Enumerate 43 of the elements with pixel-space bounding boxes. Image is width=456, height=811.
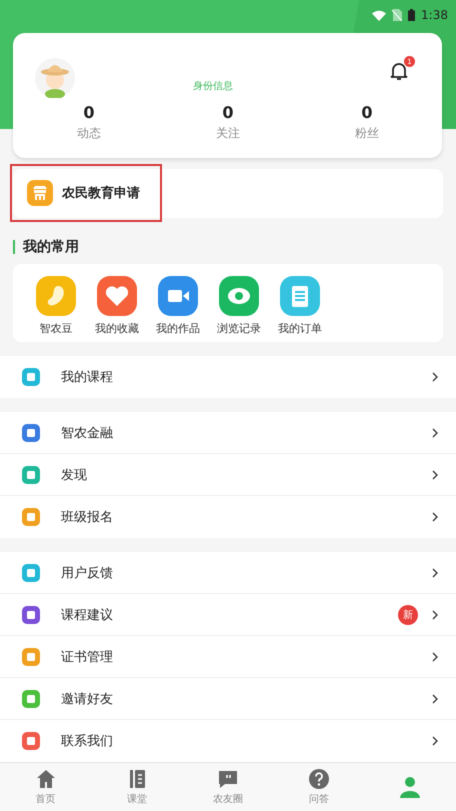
chevron-right-icon: [432, 610, 438, 620]
chevron-right-icon: [432, 694, 438, 704]
battery-icon: [408, 9, 416, 21]
chevron-right-icon: [432, 512, 438, 522]
chevron-right-icon: [432, 428, 438, 438]
favorite-shortcut[interactable]: 我的作品: [152, 276, 204, 336]
menu-item[interactable]: 我的课程: [0, 356, 456, 398]
favorite-shortcut[interactable]: 我的收藏: [91, 276, 143, 336]
stat-value: 0: [222, 103, 234, 122]
menu-item[interactable]: 智农金融: [0, 412, 456, 454]
favorite-shortcut[interactable]: 智农豆: [30, 276, 82, 336]
farmer-education-apply-button[interactable]: 农民教育申请: [10, 164, 162, 222]
avatar-icon[interactable]: [35, 58, 75, 98]
menu-item[interactable]: 用户反馈: [0, 552, 456, 594]
menu-item[interactable]: 发现: [0, 454, 456, 496]
menu-item[interactable]: 证书管理: [0, 636, 456, 678]
stat-label[interactable]: 关注: [216, 125, 240, 142]
chevron-right-icon: [432, 372, 438, 382]
stat-label[interactable]: 粉丝: [355, 125, 379, 142]
building-icon: [27, 180, 53, 206]
stat-value: 0: [83, 103, 95, 122]
new-badge: 新: [398, 604, 418, 625]
person-icon: [399, 776, 422, 798]
menu-item[interactable]: 联系我们: [0, 720, 456, 762]
favorite-shortcut[interactable]: 我的订单: [274, 276, 326, 336]
status-time: 1:38: [421, 8, 448, 22]
stat-label[interactable]: 动态: [77, 125, 101, 142]
no-sim-icon: [392, 9, 402, 21]
notification-bell-icon[interactable]: [390, 61, 408, 81]
section-title: 我的常用: [23, 238, 79, 256]
chevron-right-icon: [432, 652, 438, 662]
menu-item[interactable]: 课程建议 新: [0, 594, 456, 636]
favorite-shortcut[interactable]: 浏览记录: [213, 276, 265, 336]
speech-bubble-icon: [217, 768, 239, 790]
chevron-right-icon: [432, 736, 438, 746]
home-icon: [34, 768, 57, 790]
wifi-icon: [372, 10, 386, 20]
menu-item[interactable]: 邀请好友: [0, 678, 456, 720]
chevron-right-icon: [432, 568, 438, 578]
menu-item[interactable]: 班级报名: [0, 496, 456, 538]
question-icon: [308, 768, 330, 790]
chevron-right-icon: [432, 470, 438, 480]
stat-value: 0: [361, 103, 373, 122]
